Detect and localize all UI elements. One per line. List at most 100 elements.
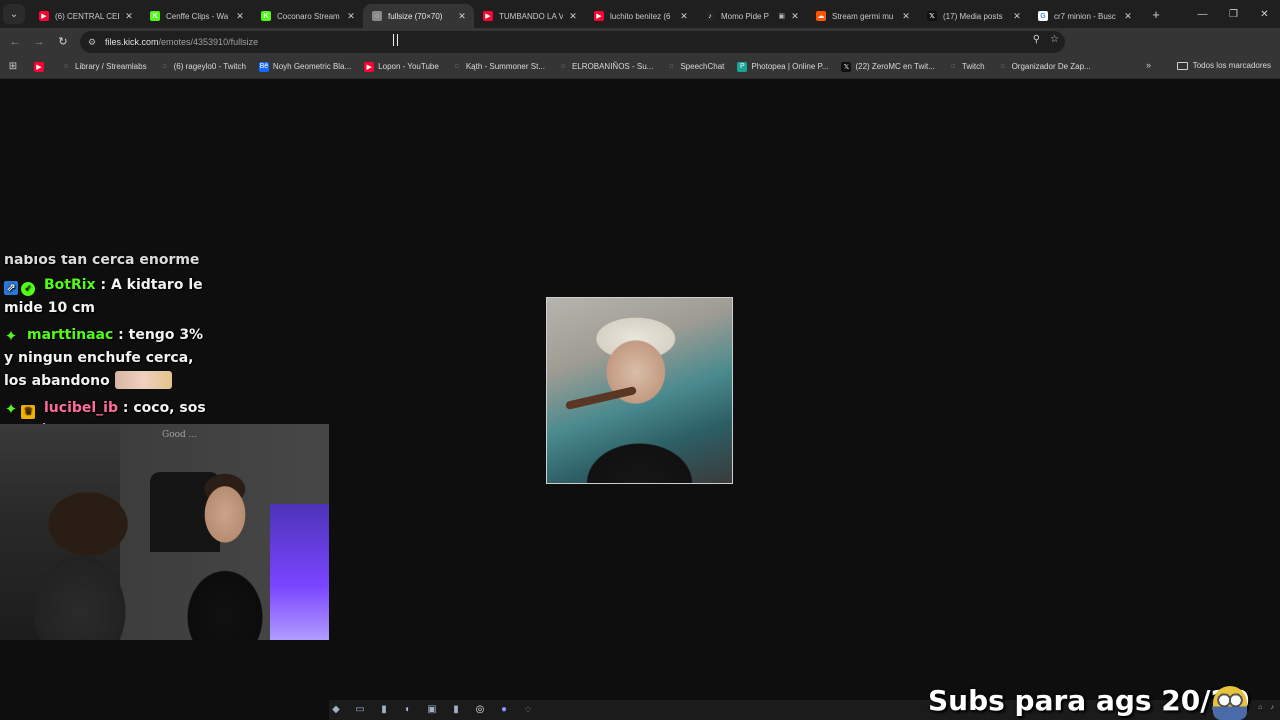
taskbar-app-icon[interactable]: ▮ [449, 703, 463, 717]
tray-icon[interactable]: ⌂ [1258, 704, 1262, 711]
minimize-button[interactable]: — [1187, 0, 1218, 28]
behance-icon: Bē [258, 61, 269, 72]
taskbar-chrome-icon[interactable]: ◎ [473, 703, 487, 717]
zoom-icon[interactable]: ⚲ [1033, 34, 1040, 45]
chat-text: : A kidtaro le mide 10 cm [4, 277, 203, 316]
tab-close-icon[interactable]: ✕ [1011, 11, 1023, 22]
tab-title: TUMBANDO LA V [499, 11, 563, 21]
tab-search-button[interactable]: ⌄ [3, 4, 25, 24]
bookmark-star-icon[interactable]: ☆ [1050, 34, 1059, 45]
bookmark-label: (6) rageylo0 - Twitch [173, 62, 246, 71]
tab-close-icon[interactable]: ✕ [678, 11, 690, 22]
tab-close-icon[interactable]: ✕ [1122, 11, 1134, 22]
taskbar-icons: ◆ ▭ ▮ ◐ ▣ ▮ ◎ ● ◌ [329, 703, 535, 717]
tab-7[interactable]: ☁ Stream germi mu ✕ [807, 4, 918, 28]
tab-2[interactable]: K Coconaro Stream ✕ [252, 4, 363, 28]
address-bar[interactable]: ⚙ files.kick.com/emotes/4353910/fullsize… [80, 31, 1065, 53]
site-info-icon[interactable]: ⚙ [88, 37, 102, 48]
tab-6[interactable]: ♪ Momo Pide P ▣ ✕ [696, 4, 807, 28]
taskbar-app-icon[interactable]: ▮ [377, 703, 391, 717]
tab-close-icon[interactable]: ✕ [900, 11, 912, 22]
tab-title: (6) CENTRAL CEE [55, 11, 119, 21]
tab-close-icon[interactable]: ✕ [456, 11, 468, 22]
all-bookmarks-button[interactable]: Todos los marcadores [1176, 61, 1271, 70]
new-tab-button[interactable]: + [1146, 7, 1166, 22]
all-bookmarks-label: Todos los marcadores [1192, 61, 1271, 70]
tray-icon[interactable]: ♪ [1271, 704, 1275, 711]
bookmark-5[interactable]: ◌ Kąth - Summoner St... [452, 62, 545, 72]
bookmark-7[interactable]: ◌ SpeechChat [666, 62, 724, 72]
bookmark-8[interactable]: P Photopea | Online P... [737, 61, 829, 72]
bookmark-2[interactable]: ◌ (6) rageylo0 - Twitch [160, 62, 246, 72]
bookmark-3[interactable]: Bē Noyh Geometric Bla... [258, 61, 351, 72]
bookmark-11[interactable]: ◌ Organizador De Zap... [998, 62, 1090, 72]
apps-grid-icon[interactable]: ⊞ [0, 61, 26, 72]
bookmark-4[interactable]: ▶ Lopon - YouTube [364, 61, 439, 72]
taskbar-app-icon[interactable]: ▣ [425, 703, 439, 717]
bookmark-label: Kąth - Summoner St... [465, 62, 545, 71]
chat-username[interactable]: BotRix [44, 277, 96, 293]
tab-0[interactable]: ▶ (6) CENTRAL CEE ✕ [30, 4, 141, 28]
tab-title: Stream germi mu [832, 11, 894, 21]
tab-close-icon[interactable]: ✕ [123, 11, 135, 22]
tab-title: (17) Media posts [943, 11, 1003, 21]
taskbar-app-icon[interactable]: ▭ [353, 703, 367, 717]
bookmark-0[interactable]: ▶ [34, 61, 48, 72]
webcam-wall-text: Good ... [162, 430, 198, 440]
globe-icon: ◌ [560, 63, 566, 70]
globe-favicon-icon: ◌ [372, 11, 382, 21]
address-url[interactable]: files.kick.com/emotes/4353910/fullsize [105, 37, 258, 47]
tab-3[interactable]: ◌ fullsize (70×70) ✕ [363, 4, 474, 28]
bookmarks-overflow-icon[interactable]: » [1146, 60, 1151, 70]
tab-title: Momo Pide P [721, 11, 770, 21]
taskbar-discord-icon[interactable]: ● [497, 703, 511, 717]
back-button[interactable]: ← [3, 30, 27, 54]
chat-username[interactable]: marttinaac [27, 327, 113, 343]
bookmark-label: (22) ZeroMC en Twit... [855, 62, 935, 71]
browser-toolbar: ← → ↻ ⚙ files.kick.com/emotes/4353910/fu… [0, 28, 1280, 78]
taskbar-steam-icon[interactable]: ◐ [401, 703, 415, 717]
close-window-button[interactable]: ✕ [1249, 0, 1280, 28]
webcam-person-left [0, 484, 160, 640]
soundcloud-favicon-icon: ☁ [816, 11, 826, 21]
bookmark-10[interactable]: ◌ Twitch [948, 62, 985, 72]
tab-close-icon[interactable]: ✕ [567, 11, 579, 22]
chat-username[interactable]: lucibel_ib [44, 400, 118, 416]
text-cursor-icon [393, 34, 398, 46]
taskbar-app-icon[interactable]: ◆ [329, 703, 343, 717]
forward-button[interactable]: → [27, 30, 51, 54]
globe-icon: ◌ [162, 63, 167, 70]
tab-close-icon[interactable]: ✕ [789, 11, 801, 22]
tab-close-icon[interactable]: ✕ [345, 11, 357, 22]
tab-8[interactable]: 𝕏 (17) Media posts ✕ [918, 4, 1029, 28]
youtube-icon: ▶ [34, 61, 44, 72]
bookmark-6[interactable]: ◌ ELROBANIÑOS - Su... [558, 62, 653, 72]
x-icon: 𝕏 [841, 61, 852, 72]
youtube-favicon-icon: ▶ [39, 11, 49, 21]
gem-badge-icon: ✦ [4, 400, 18, 418]
restore-button[interactable]: ❐ [1218, 0, 1249, 28]
tab-5[interactable]: ▶ luchito benitez (6 ✕ [585, 4, 696, 28]
tab-1[interactable]: K Cenffe Clips - Wa ✕ [141, 4, 252, 28]
bookmark-9[interactable]: 𝕏 (22) ZeroMC en Twit... [841, 61, 935, 72]
google-favicon-icon: G [1038, 11, 1048, 21]
emote-image [546, 297, 733, 484]
tab-4[interactable]: ▶ TUMBANDO LA V ✕ [474, 4, 585, 28]
globe-icon: ◌ [454, 63, 459, 70]
tab-9[interactable]: Gcr7 minion - Busc ✕ [1029, 4, 1140, 28]
tab-title: fullsize (70×70) [388, 11, 443, 21]
youtube-icon: ▶ [364, 61, 375, 72]
bookmark-label: Lopon - YouTube [378, 62, 439, 71]
tab-title: cr7 minion - Busc [1054, 11, 1116, 21]
bookmark-1[interactable]: ◌ Library / Streamlabs [61, 62, 147, 72]
globe-icon: ◌ [669, 63, 674, 70]
bookmark-label: Photopea | Online P... [751, 62, 829, 71]
globe-icon: ◌ [63, 63, 69, 70]
youtube-favicon-icon: ▶ [594, 11, 604, 21]
tab-media-icon[interactable]: ▣ [778, 12, 785, 20]
taskbar-app-icon[interactable]: ◌ [521, 703, 535, 717]
reload-button[interactable]: ↻ [51, 30, 75, 54]
kick-favicon-icon: K [261, 11, 271, 21]
emote-cigar [565, 386, 637, 410]
tab-close-icon[interactable]: ✕ [234, 11, 246, 22]
